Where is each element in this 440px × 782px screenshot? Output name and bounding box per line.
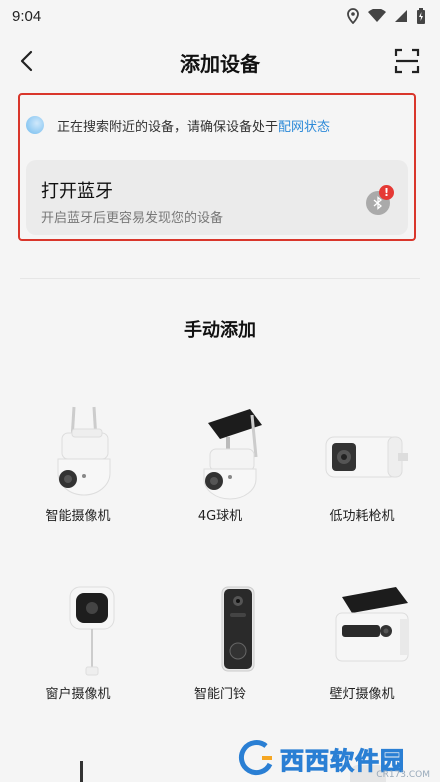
device-label: 低功耗枪机 [329,509,395,524]
device-label: 壁灯摄像机 [329,687,395,702]
bluetooth-toggle[interactable]: ! [364,185,394,217]
searching-indicator-icon [26,116,44,134]
search-status-text: 正在搜索附近的设备，请确保设备处于 [57,119,279,135]
header: 添加设备 [0,40,440,80]
manual-add-title: 手动添加 [184,320,256,341]
floodlight-camera-icon [335,587,409,662]
search-status-row: 正在搜索附近的设备，请确保设备处于 配网状态 [26,113,406,137]
search-panel: 正在搜索附近的设备，请确保设备处于 配网状态 打开蓝牙 开启蓝牙后更容易发现您的… [18,93,416,241]
divider [20,278,420,279]
bluetooth-title: 打开蓝牙 [41,181,113,202]
bluetooth-subtitle: 开启蓝牙后更容易发现您的设备 [41,211,224,226]
device-label: 智能门铃 [193,687,246,702]
solar-ptz-camera-icon [203,409,262,500]
status-bar: 9:04 [0,0,440,32]
wifi-icon [368,9,386,22]
watermark-logo-icon [238,740,273,775]
scan-button[interactable] [394,48,420,74]
device-peek-left [80,761,83,782]
device-item[interactable]: 低功耗枪机 [292,395,432,530]
status-icons [346,8,426,24]
alert-badge-icon: ! [379,185,394,200]
scan-icon [394,48,420,74]
doorbell-icon [221,586,255,672]
bluetooth-card[interactable]: 打开蓝牙 开启蓝牙后更容易发现您的设备 ! [26,160,408,235]
ptz-camera-icon [57,406,111,496]
signal-icon [395,10,407,22]
device-item[interactable]: 智能门铃 [150,573,290,708]
device-label: 智能摄像机 [45,509,111,524]
watermark: 西西软件园 CR173.COM [236,736,436,780]
device-item[interactable]: 4G球机 [150,395,290,530]
device-label: 4G球机 [197,509,243,524]
watermark-subtext: CR173.COM [376,770,430,780]
status-time: 9:04 [12,7,42,25]
window-camera-icon [69,586,115,676]
device-item[interactable]: 窗户摄像机 [8,573,148,708]
pairing-mode-link[interactable]: 配网状态 [278,116,330,135]
battery-icon [417,8,425,24]
device-item[interactable]: 智能摄像机 [8,395,148,530]
device-item[interactable]: 壁灯摄像机 [292,573,432,708]
page-title: 添加设备 [180,52,260,76]
device-label: 窗户摄像机 [45,687,111,702]
location-icon [347,8,359,24]
bullet-camera-icon [325,436,408,478]
